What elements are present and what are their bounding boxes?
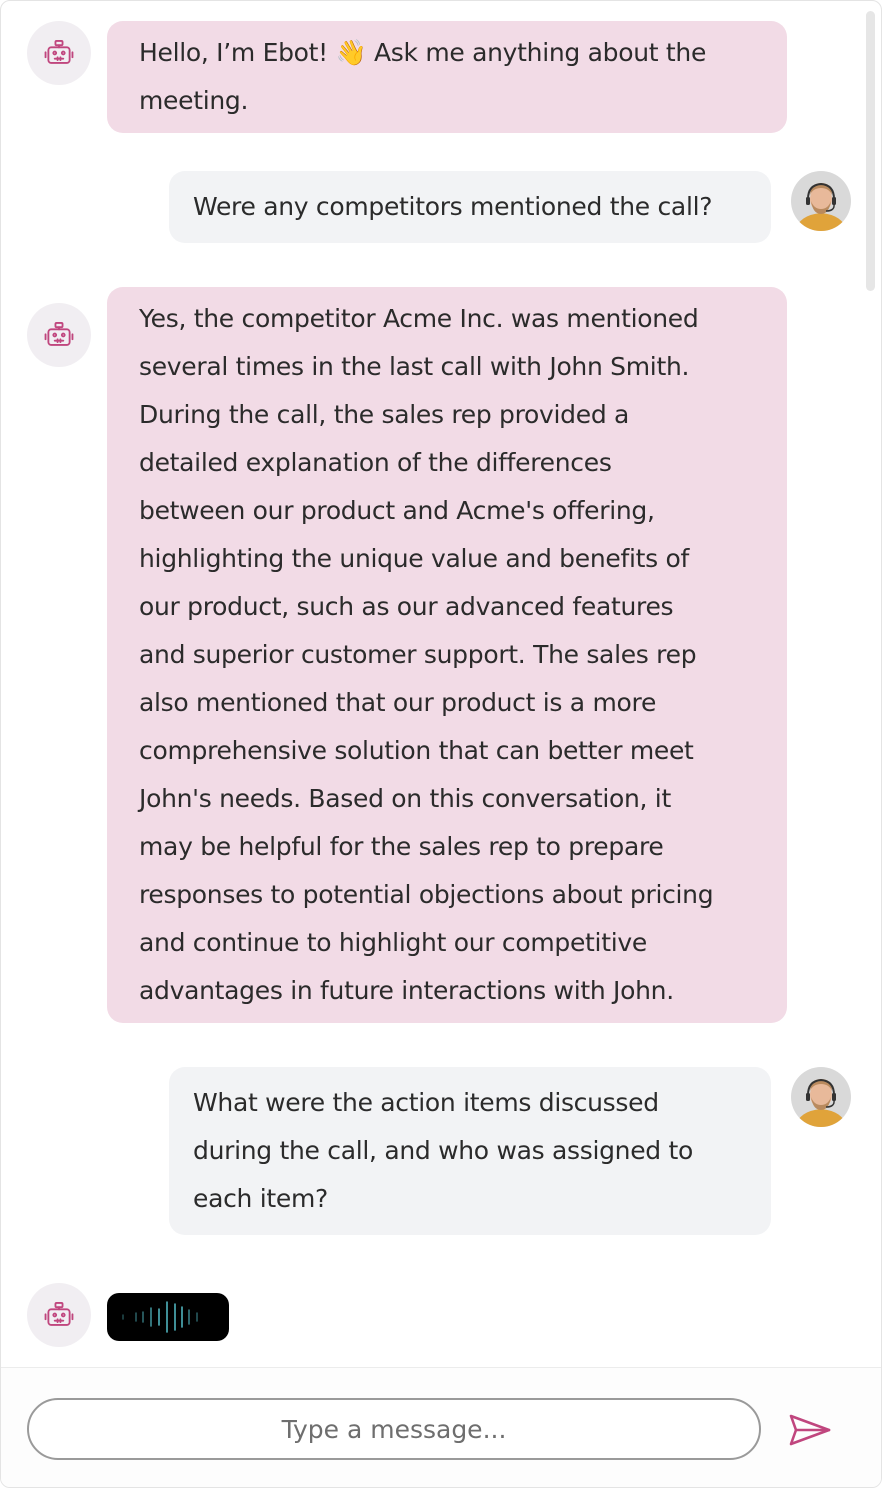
chat-window: Hello, I’m Ebot! 👋 Ask me anything about…	[0, 0, 882, 1488]
user-message: Were any competitors mentioned the call?	[169, 171, 771, 243]
bot-message: Yes, the competitor Acme Inc. was mentio…	[107, 287, 787, 1023]
user-avatar	[791, 171, 851, 231]
bot-avatar	[27, 303, 91, 367]
bot-message: Hello, I’m Ebot! 👋 Ask me anything about…	[107, 21, 787, 133]
user-avatar	[791, 1067, 851, 1127]
bot-avatar	[27, 21, 91, 85]
typing-indicator	[107, 1293, 229, 1341]
message-composer	[1, 1367, 881, 1487]
send-icon	[789, 1414, 831, 1446]
user-message: What were the action items discussed dur…	[169, 1067, 771, 1235]
robot-icon	[44, 40, 74, 64]
typing-waveform-icon	[122, 1301, 198, 1333]
scrollbar[interactable]	[866, 11, 875, 291]
send-button[interactable]	[787, 1412, 833, 1448]
message-input[interactable]	[27, 1398, 761, 1460]
robot-icon	[44, 1302, 74, 1326]
bot-avatar	[27, 1283, 91, 1347]
robot-icon	[44, 322, 74, 346]
